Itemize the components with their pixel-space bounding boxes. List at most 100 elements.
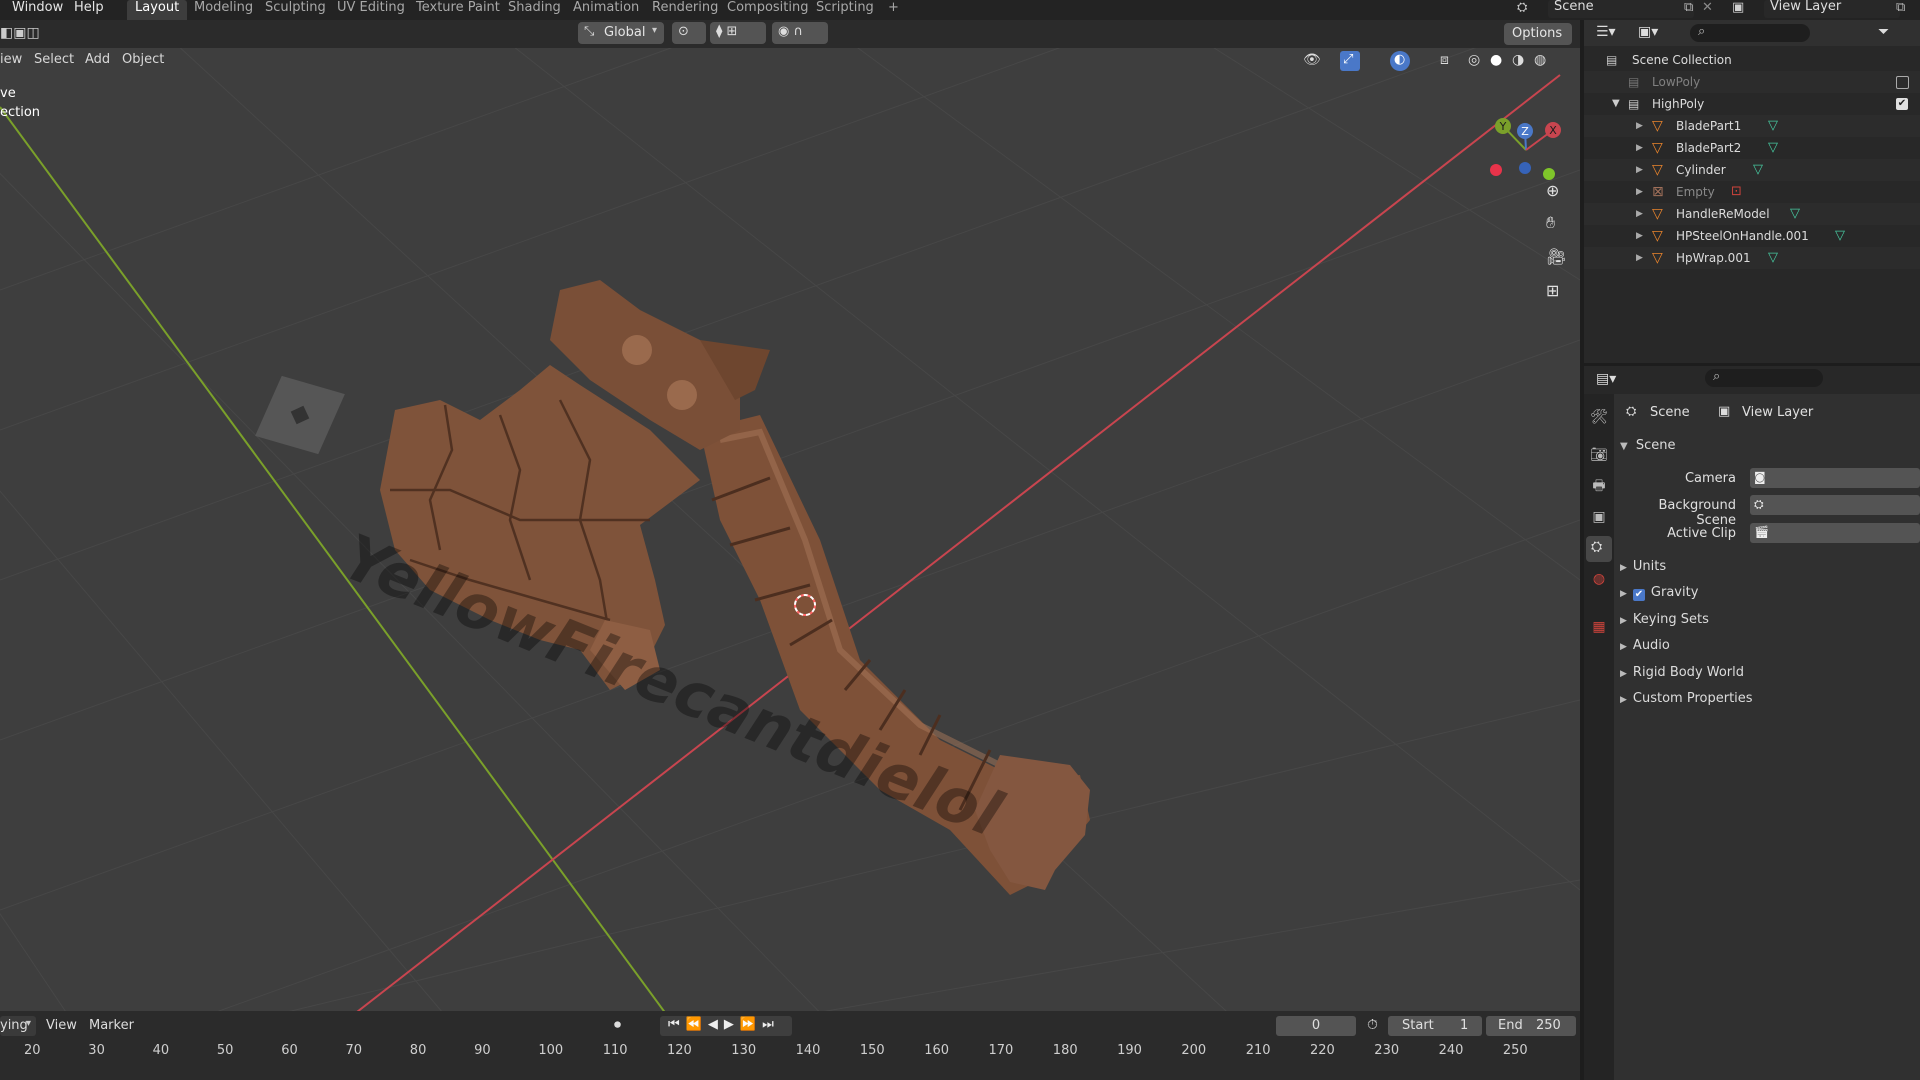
background-scene-field[interactable]: ⛭	[1750, 495, 1920, 515]
xray-icon[interactable]: ⧈	[1440, 52, 1449, 68]
outliner-row-object[interactable]: ▶ ▽ BladePart2 ▽	[1584, 137, 1920, 159]
rendered-shading-icon[interactable]: ◍	[1534, 52, 1546, 68]
tab-rendering[interactable]: Rendering	[644, 0, 726, 20]
tab-animation[interactable]: Animation	[565, 0, 647, 20]
panel-section-units[interactable]: ▶ Units	[1620, 556, 1666, 578]
playback-icons[interactable]: ⏮⏪◀▶⏩⏭	[668, 1017, 780, 1032]
mesh-data-icon[interactable]: ▽	[1768, 247, 1778, 269]
gravity-checkbox[interactable]: ✔	[1632, 589, 1645, 602]
tab-shading[interactable]: Shading	[500, 0, 569, 20]
view-layer-tab-icon[interactable]: ▣	[1590, 508, 1608, 526]
outliner-row-object[interactable]: ▶ ▽ HPSteelOnHandle.001 ▽	[1584, 225, 1920, 247]
panel-section-keying-sets[interactable]: ▶ Keying Sets	[1620, 609, 1709, 631]
tab-texture-paint[interactable]: Texture Paint	[408, 0, 508, 20]
expand-arrow-icon[interactable]: ▶	[1636, 159, 1643, 181]
pivot-dropdown[interactable]: ⊙	[672, 22, 706, 44]
select-mode-icons[interactable]: ◧▣◫	[0, 25, 40, 41]
end-frame-field[interactable]: End 250	[1486, 1016, 1576, 1036]
expand-arrow-icon[interactable]: ▶	[1636, 225, 1643, 247]
wireframe-shading-icon[interactable]: ◎	[1468, 52, 1480, 68]
outliner-row-object[interactable]: ▶ ▽ Cylinder ▽	[1584, 159, 1920, 181]
panel-section-gravity[interactable]: ▶ ✔ Gravity	[1620, 582, 1698, 604]
menu-select[interactable]: Select	[34, 49, 74, 71]
start-frame-field[interactable]: Start 1	[1388, 1016, 1482, 1036]
expand-arrow-icon[interactable]: ▶	[1636, 181, 1643, 203]
proportional-edit[interactable]: ◉ ∩	[772, 22, 828, 44]
mesh-data-icon[interactable]: ▽	[1835, 225, 1845, 247]
transform-orientation-dropdown[interactable]: ⤡ Global ▾	[578, 22, 664, 44]
highpoly-checkbox[interactable]: ✔	[1896, 98, 1908, 110]
lowpoly-checkbox[interactable]	[1896, 76, 1909, 89]
render-tab-icon[interactable]: 📷︎	[1590, 446, 1608, 464]
view-layer-icon[interactable]: ▣	[1732, 0, 1744, 15]
expand-arrow-icon[interactable]: ▼	[1612, 93, 1620, 115]
expand-arrow-icon[interactable]: ▶	[1636, 247, 1643, 269]
playback-mode-dropdown[interactable]: ying ▾	[0, 1016, 36, 1036]
panel-section-audio[interactable]: ▶ Audio	[1620, 635, 1670, 657]
record-icon[interactable]: ⏺	[614, 1017, 621, 1033]
scene-icon[interactable]: ⛭	[1517, 0, 1537, 18]
tab-uv-editing[interactable]: UV Editing	[329, 0, 413, 20]
active-clip-field[interactable]: 🎬︎	[1750, 523, 1920, 543]
panel-section-custom-properties[interactable]: ▶ Custom Properties	[1620, 688, 1753, 710]
view-layer-selector[interactable]: View Layer	[1764, 0, 1900, 18]
new-scene-icon[interactable]: ⧉	[1684, 0, 1693, 15]
outliner-search-input[interactable]: ⌕	[1690, 24, 1810, 42]
tab-layout[interactable]: Layout	[127, 0, 188, 20]
display-mode-icon[interactable]: ▣▾	[1638, 24, 1658, 40]
editor-type-icon[interactable]: ☰▾	[1596, 24, 1616, 40]
3d-viewport[interactable]: YellowFirecantdielol Y Z X	[0, 20, 1580, 1033]
tab-compositing[interactable]: Compositing	[719, 0, 817, 20]
solid-shading-icon[interactable]: ●	[1490, 52, 1502, 68]
expand-arrow-icon[interactable]: ▶	[1636, 203, 1643, 225]
timeline-menu-view[interactable]: View	[46, 1018, 77, 1033]
outliner-row-lowpoly[interactable]: ▤ LowPoly	[1584, 71, 1920, 93]
timeline-menu-marker[interactable]: Marker	[89, 1018, 134, 1033]
menu-object[interactable]: Object	[122, 49, 164, 71]
panel-section-rigid-body-world[interactable]: ▶ Rigid Body World	[1620, 662, 1744, 684]
texture-tab-icon[interactable]: ▦	[1590, 618, 1608, 636]
mesh-data-icon[interactable]: ▽	[1768, 137, 1778, 159]
properties-search-input[interactable]: ⌕	[1705, 369, 1823, 387]
world-tab-icon[interactable]: ◍	[1590, 570, 1608, 588]
menu-view[interactable]: iew	[0, 49, 22, 71]
close-icon[interactable]: ✕	[1702, 0, 1713, 15]
mesh-data-icon[interactable]: ▽	[1768, 115, 1778, 137]
outliner-row-object[interactable]: ▶ ⊠ Empty ⊡	[1584, 181, 1920, 203]
outliner-row-object[interactable]: ▶ ▽ HpWrap.001 ▽	[1584, 247, 1920, 269]
tab-sculpting[interactable]: Sculpting	[257, 0, 334, 20]
scene-panel-header[interactable]: ▼ Scene	[1620, 435, 1675, 457]
stopwatch-icon[interactable]: ⏱	[1367, 1017, 1378, 1033]
mesh-data-icon[interactable]: ▽	[1753, 159, 1763, 181]
zoom-button[interactable]: ⊕	[1540, 178, 1568, 206]
menu-help[interactable]: Help	[74, 0, 104, 20]
material-shading-icon[interactable]: ◑	[1512, 52, 1524, 68]
overlays-toggle-button[interactable]: ◐	[1390, 51, 1410, 71]
pan-button[interactable]: ✋︎	[1540, 210, 1568, 238]
tab-modeling[interactable]: Modeling	[186, 0, 261, 20]
expand-arrow-icon[interactable]: ▶	[1636, 137, 1643, 159]
camera-field[interactable]: ◙	[1750, 468, 1920, 488]
perspective-toggle-button[interactable]: ⊞	[1540, 278, 1568, 306]
menu-window[interactable]: Window	[12, 0, 63, 20]
outliner-row-object[interactable]: ▶ ▽ BladePart1 ▽	[1584, 115, 1920, 137]
menu-add[interactable]: Add	[85, 49, 110, 71]
scene-tab[interactable]: ⛭	[1586, 536, 1612, 562]
outliner-row-scene-collection[interactable]: ▤ Scene Collection	[1584, 49, 1920, 71]
tab-scripting[interactable]: Scripting	[808, 0, 882, 20]
gizmo-toggle-button[interactable]: ⤢	[1340, 51, 1360, 71]
mesh-data-icon[interactable]: ▽	[1790, 203, 1800, 225]
outliner-row-highpoly[interactable]: ▼ ▤ HighPoly ✔	[1584, 93, 1920, 115]
filter-icon[interactable]: ⏷	[1878, 24, 1889, 40]
scene-selector[interactable]: Scene	[1548, 0, 1694, 18]
visibility-icon[interactable]: 👁︎	[1303, 52, 1321, 68]
add-workspace-button[interactable]: +	[880, 0, 907, 20]
snap-dropdown[interactable]: ⧫ ⊞	[710, 22, 766, 44]
tool-tab-icon[interactable]: 🛠︎	[1590, 408, 1608, 426]
empty-data-icon[interactable]: ⊡	[1731, 181, 1742, 203]
current-frame-field[interactable]: 0	[1276, 1016, 1356, 1036]
camera-view-button[interactable]: 🎥︎	[1540, 244, 1568, 272]
new-view-layer-icon[interactable]: ⧉	[1896, 0, 1905, 15]
outliner-row-object[interactable]: ▶ ▽ HandleReModel ▽	[1584, 203, 1920, 225]
options-dropdown[interactable]: Options	[1504, 23, 1572, 45]
